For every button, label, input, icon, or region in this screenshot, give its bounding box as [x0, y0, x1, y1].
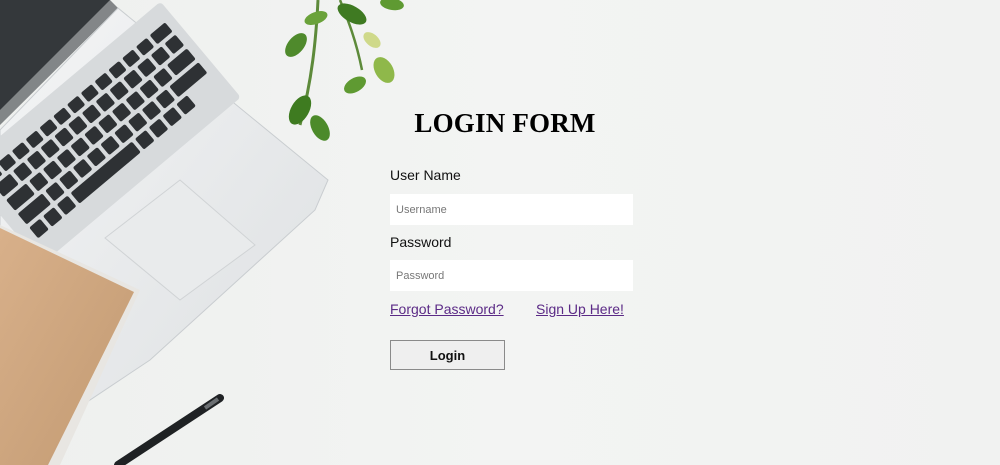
desk-photo: [0, 0, 404, 465]
username-label: User Name: [390, 167, 461, 183]
username-input[interactable]: [390, 194, 633, 225]
login-button[interactable]: Login: [390, 340, 505, 370]
pen-icon: [114, 394, 224, 465]
password-label: Password: [390, 234, 452, 250]
password-input[interactable]: [390, 260, 633, 291]
forgot-password-link[interactable]: Forgot Password?: [390, 301, 504, 317]
sign-up-link[interactable]: Sign Up Here!: [536, 301, 624, 317]
page-title: LOGIN FORM: [414, 108, 596, 138]
